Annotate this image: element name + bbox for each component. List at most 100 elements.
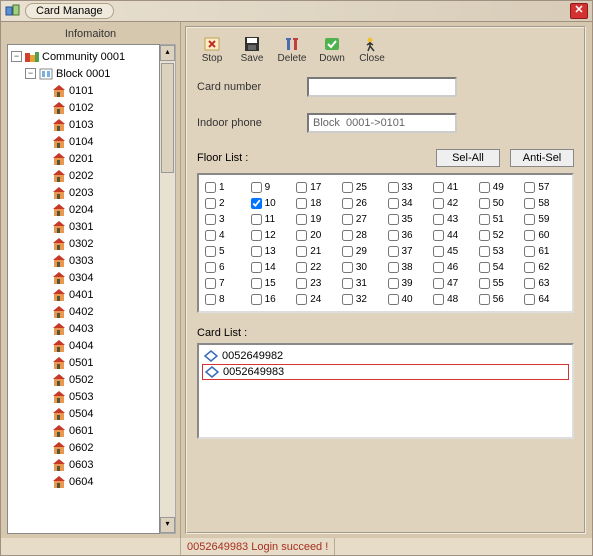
tree-room[interactable]: 0604	[11, 473, 159, 490]
floor-checkbox-37[interactable]	[388, 246, 399, 257]
card-item[interactable]: 0052649982	[202, 348, 569, 364]
expander-icon[interactable]: −	[11, 51, 22, 62]
floor-checkbox-62[interactable]	[524, 262, 535, 273]
floor-checkbox-64[interactable]	[524, 294, 535, 305]
floor-checkbox-28[interactable]	[342, 230, 353, 241]
tree-room[interactable]: 0301	[11, 218, 159, 235]
tree-root[interactable]: −Community 0001	[11, 48, 159, 65]
card-item[interactable]: 0052649983	[202, 364, 569, 380]
tree-view[interactable]: −Community 0001−Block 000101010102010301…	[7, 44, 160, 534]
floor-checkbox-42[interactable]	[433, 198, 444, 209]
tree-block[interactable]: −Block 0001	[11, 65, 159, 82]
floor-checkbox-5[interactable]	[205, 246, 216, 257]
tree-room[interactable]: 0303	[11, 252, 159, 269]
delete-button[interactable]: Delete	[275, 34, 309, 65]
floor-checkbox-26[interactable]	[342, 198, 353, 209]
tree-room[interactable]: 0401	[11, 286, 159, 303]
floor-checkbox-63[interactable]	[524, 278, 535, 289]
floor-checkbox-32[interactable]	[342, 294, 353, 305]
floor-checkbox-48[interactable]	[433, 294, 444, 305]
floor-checkbox-18[interactable]	[296, 198, 307, 209]
tree-room[interactable]: 0504	[11, 405, 159, 422]
floor-checkbox-2[interactable]	[205, 198, 216, 209]
floor-checkbox-33[interactable]	[388, 182, 399, 193]
floor-checkbox-17[interactable]	[296, 182, 307, 193]
floor-checkbox-40[interactable]	[388, 294, 399, 305]
tree-room[interactable]: 0601	[11, 422, 159, 439]
tree-room[interactable]: 0404	[11, 337, 159, 354]
floor-checkbox-60[interactable]	[524, 230, 535, 241]
floor-checkbox-44[interactable]	[433, 230, 444, 241]
tree-room[interactable]: 0203	[11, 184, 159, 201]
floor-checkbox-25[interactable]	[342, 182, 353, 193]
floor-checkbox-27[interactable]	[342, 214, 353, 225]
floor-checkbox-46[interactable]	[433, 262, 444, 273]
sel-all-button[interactable]: Sel-All	[436, 149, 500, 167]
tree-room[interactable]: 0501	[11, 354, 159, 371]
floor-checkbox-20[interactable]	[296, 230, 307, 241]
floor-checkbox-35[interactable]	[388, 214, 399, 225]
floor-checkbox-55[interactable]	[479, 278, 490, 289]
floor-checkbox-39[interactable]	[388, 278, 399, 289]
floor-checkbox-11[interactable]	[251, 214, 262, 225]
floor-checkbox-38[interactable]	[388, 262, 399, 273]
tree-room[interactable]: 0302	[11, 235, 159, 252]
floor-checkbox-52[interactable]	[479, 230, 490, 241]
floor-checkbox-7[interactable]	[205, 278, 216, 289]
floor-checkbox-10[interactable]	[251, 198, 262, 209]
floor-checkbox-21[interactable]	[296, 246, 307, 257]
tree-room[interactable]: 0101	[11, 82, 159, 99]
tree-room[interactable]: 0204	[11, 201, 159, 218]
tree-room[interactable]: 0603	[11, 456, 159, 473]
floor-checkbox-47[interactable]	[433, 278, 444, 289]
card-number-input[interactable]	[307, 77, 457, 97]
floor-checkbox-61[interactable]	[524, 246, 535, 257]
floor-checkbox-22[interactable]	[296, 262, 307, 273]
floor-checkbox-57[interactable]	[524, 182, 535, 193]
floor-checkbox-30[interactable]	[342, 262, 353, 273]
floor-checkbox-3[interactable]	[205, 214, 216, 225]
tree-room[interactable]: 0403	[11, 320, 159, 337]
floor-checkbox-41[interactable]	[433, 182, 444, 193]
down-button[interactable]: Down	[315, 34, 349, 65]
floor-checkbox-29[interactable]	[342, 246, 353, 257]
floor-checkbox-56[interactable]	[479, 294, 490, 305]
scroll-down-button[interactable]: ▾	[160, 517, 175, 533]
tree-room[interactable]: 0402	[11, 303, 159, 320]
floor-checkbox-4[interactable]	[205, 230, 216, 241]
card-list[interactable]: 00526499820052649983	[197, 343, 574, 439]
floor-checkbox-36[interactable]	[388, 230, 399, 241]
expander-icon[interactable]: −	[25, 68, 36, 79]
floor-checkbox-6[interactable]	[205, 262, 216, 273]
floor-checkbox-31[interactable]	[342, 278, 353, 289]
floor-checkbox-16[interactable]	[251, 294, 262, 305]
tree-room[interactable]: 0602	[11, 439, 159, 456]
floor-checkbox-43[interactable]	[433, 214, 444, 225]
floor-checkbox-54[interactable]	[479, 262, 490, 273]
tree-room[interactable]: 0202	[11, 167, 159, 184]
tree-room[interactable]: 0502	[11, 371, 159, 388]
floor-checkbox-59[interactable]	[524, 214, 535, 225]
floor-checkbox-50[interactable]	[479, 198, 490, 209]
floor-checkbox-8[interactable]	[205, 294, 216, 305]
tree-room[interactable]: 0503	[11, 388, 159, 405]
scroll-thumb[interactable]	[161, 63, 174, 173]
save-button[interactable]: Save	[235, 34, 269, 65]
floor-checkbox-19[interactable]	[296, 214, 307, 225]
floor-checkbox-14[interactable]	[251, 262, 262, 273]
floor-checkbox-9[interactable]	[251, 182, 262, 193]
tree-room[interactable]: 0102	[11, 99, 159, 116]
floor-checkbox-15[interactable]	[251, 278, 262, 289]
floor-checkbox-49[interactable]	[479, 182, 490, 193]
stop-button[interactable]: Stop	[195, 34, 229, 65]
close-button[interactable]: ✕	[570, 3, 588, 19]
floor-checkbox-24[interactable]	[296, 294, 307, 305]
tree-room[interactable]: 0201	[11, 150, 159, 167]
floor-checkbox-34[interactable]	[388, 198, 399, 209]
tree-room[interactable]: 0104	[11, 133, 159, 150]
close-tool-button[interactable]: Close	[355, 34, 389, 65]
scroll-up-button[interactable]: ▴	[160, 45, 175, 61]
scrollbar[interactable]: ▴ ▾	[160, 44, 176, 534]
tree-room[interactable]: 0304	[11, 269, 159, 286]
floor-checkbox-45[interactable]	[433, 246, 444, 257]
